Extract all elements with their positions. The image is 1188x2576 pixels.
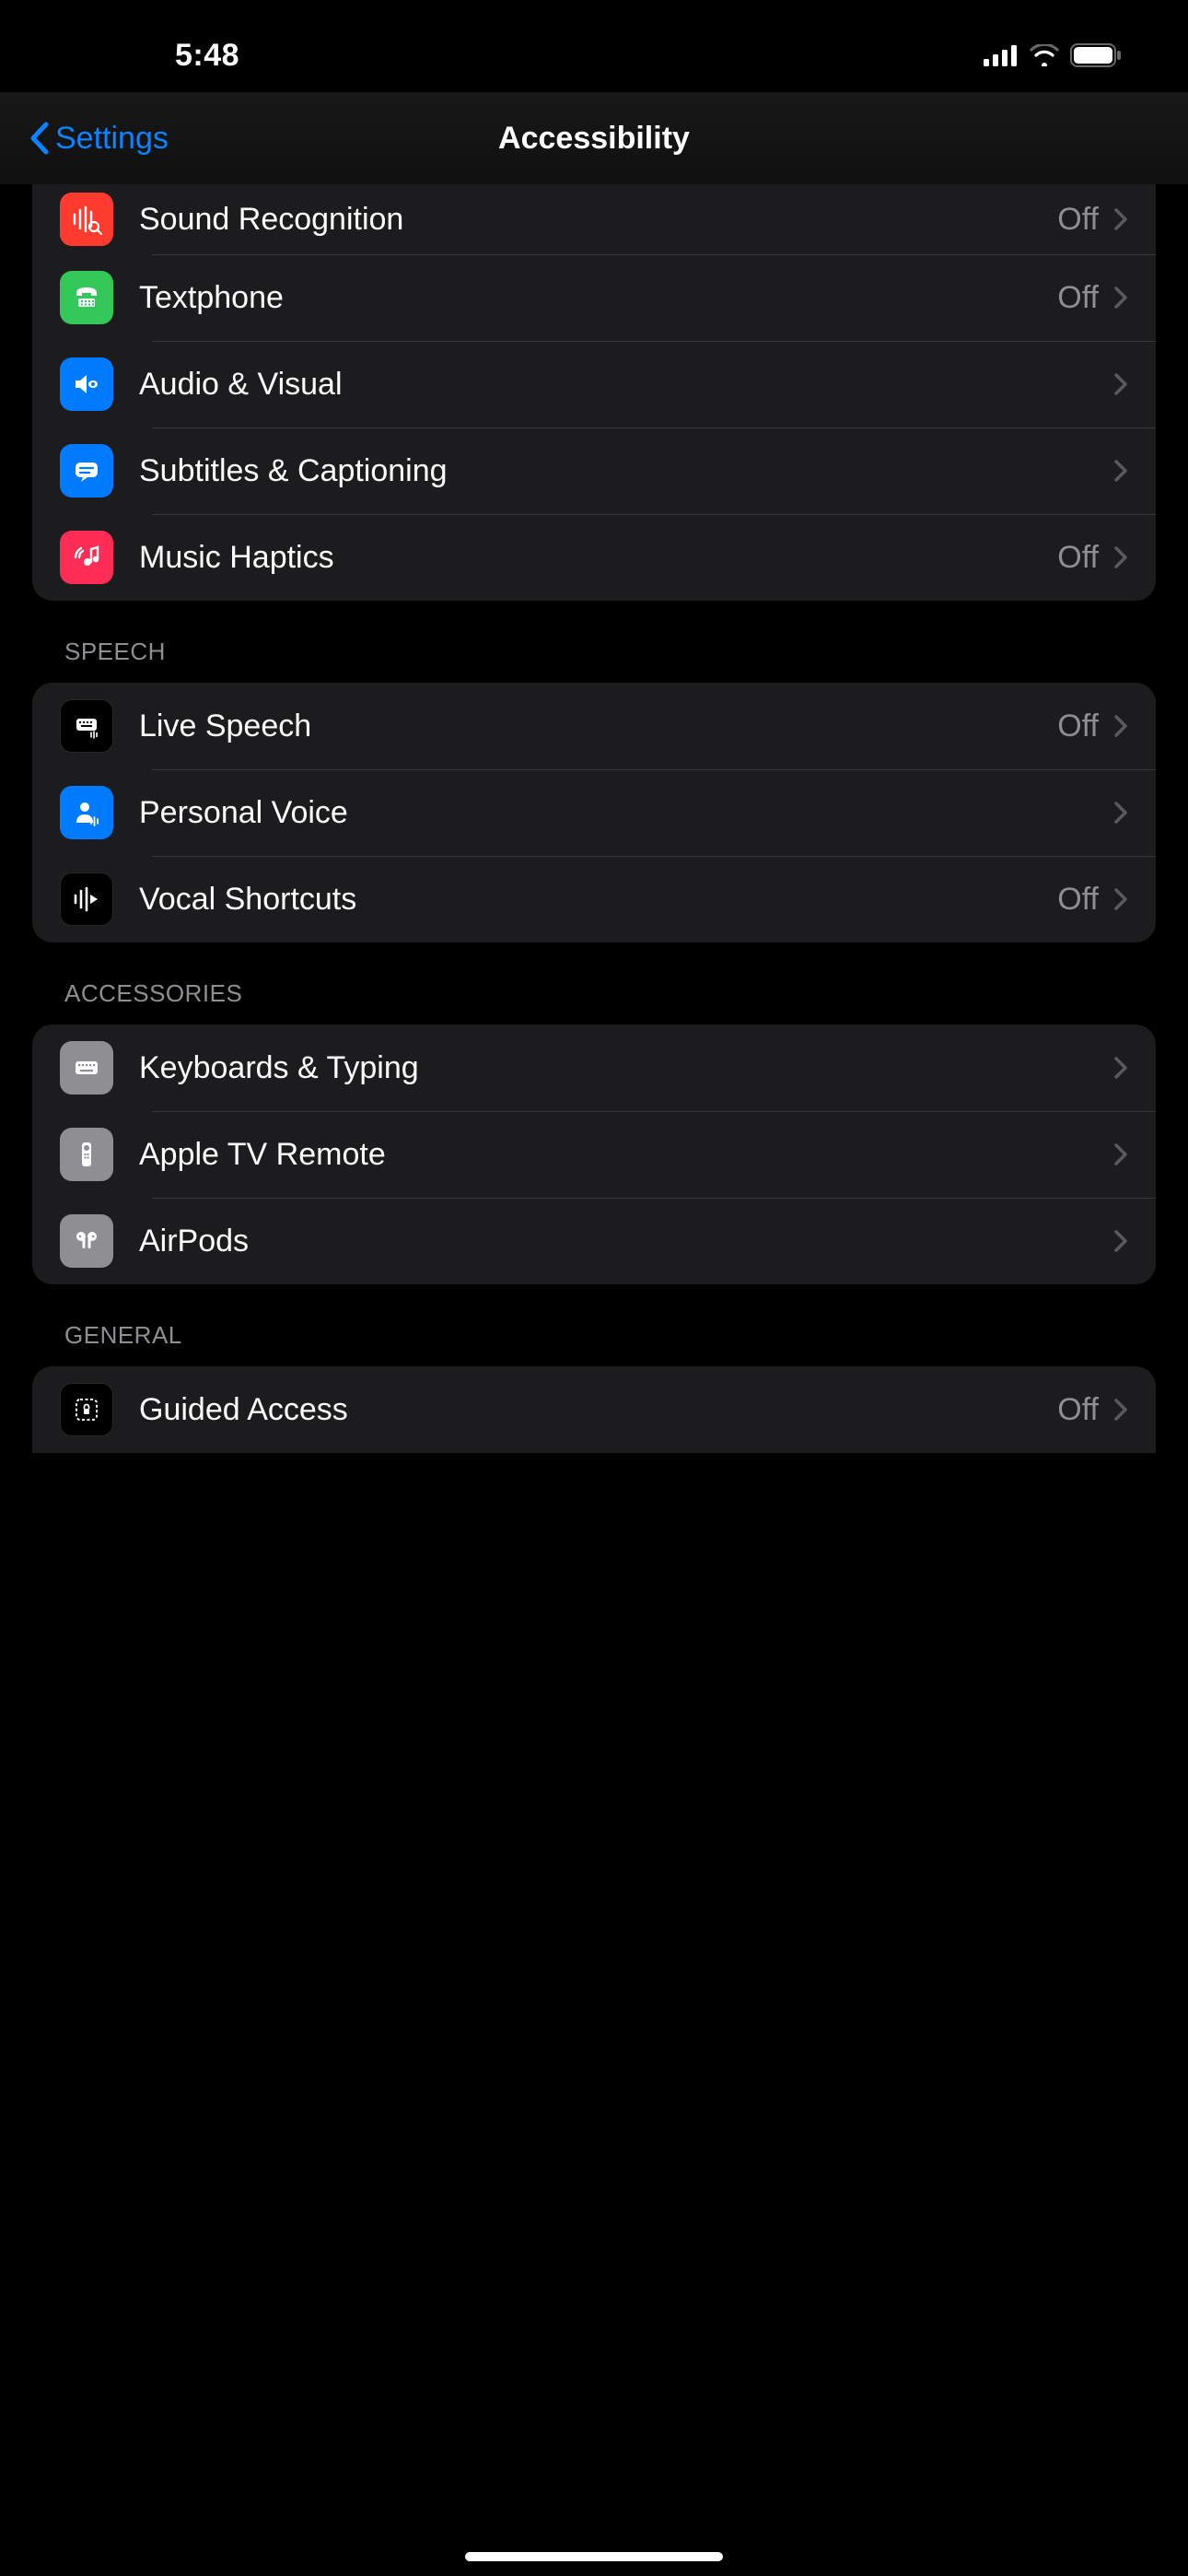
row-music-haptics[interactable]: Music Haptics Off [32,514,1156,601]
section-header-accessories: ACCESSORIES [0,943,1188,1025]
chevron-right-icon [1113,1056,1128,1080]
row-label: Keyboards & Typing [139,1050,1113,1086]
settings-group-general: Guided Access Off [32,1366,1156,1453]
audio-visual-icon [60,357,113,411]
sound-recognition-icon [60,193,113,246]
row-vocal-shortcuts[interactable]: Vocal Shortcuts Off [32,856,1156,943]
remote-icon [60,1128,113,1181]
row-guided-access[interactable]: Guided Access Off [32,1366,1156,1453]
row-apple-tv-remote[interactable]: Apple TV Remote [32,1111,1156,1198]
guided-access-icon [60,1383,113,1436]
chevron-right-icon [1113,1398,1128,1422]
row-label: Apple TV Remote [139,1137,1113,1173]
row-label: Guided Access [139,1392,1057,1428]
back-label: Settings [55,121,169,157]
row-value: Off [1057,708,1099,744]
subtitles-icon [60,444,113,498]
row-value: Off [1057,540,1099,576]
row-audio-visual[interactable]: Audio & Visual [32,341,1156,427]
section-header-general: GENERAL [0,1284,1188,1366]
live-speech-icon [60,699,113,753]
row-personal-voice[interactable]: Personal Voice [32,769,1156,856]
row-sound-recognition[interactable]: Sound Recognition Off [32,184,1156,254]
row-label: Sound Recognition [139,202,1057,238]
status-bar: 5:48 [0,0,1188,92]
row-value: Off [1057,202,1099,238]
chevron-right-icon [1113,286,1128,310]
chevron-right-icon [1113,801,1128,825]
page-title: Accessibility [498,121,690,157]
chevron-right-icon [1113,1229,1128,1253]
airpods-icon [60,1214,113,1268]
row-label: Live Speech [139,708,1057,744]
row-value: Off [1057,280,1099,316]
chevron-right-icon [1113,887,1128,911]
row-live-speech[interactable]: Live Speech Off [32,683,1156,769]
row-label: Vocal Shortcuts [139,882,1057,918]
personal-voice-icon [60,786,113,839]
chevron-right-icon [1113,459,1128,483]
keyboard-icon [60,1041,113,1095]
row-label: AirPods [139,1224,1113,1259]
home-indicator[interactable] [465,2552,723,2561]
wifi-icon [1030,44,1059,66]
row-label: Personal Voice [139,795,1113,831]
row-keyboards-typing[interactable]: Keyboards & Typing [32,1025,1156,1111]
vocal-shortcuts-icon [60,872,113,926]
status-time: 5:48 [175,38,239,74]
row-textphone[interactable]: Textphone Off [32,254,1156,341]
row-value: Off [1057,1392,1099,1428]
row-airpods[interactable]: AirPods [32,1198,1156,1284]
back-button[interactable]: Settings [28,121,169,157]
settings-group-speech: Live Speech Off Personal Voice [32,683,1156,943]
row-subtitles-captioning[interactable]: Subtitles & Captioning [32,427,1156,514]
chevron-left-icon [28,121,50,156]
status-indicators [984,43,1124,67]
settings-group-accessories: Keyboards & Typing Apple TV Remote [32,1025,1156,1284]
chevron-right-icon [1113,207,1128,231]
chevron-right-icon [1113,714,1128,738]
row-value: Off [1057,882,1099,918]
cellular-icon [984,44,1019,66]
row-label: Music Haptics [139,540,1057,576]
row-label: Audio & Visual [139,367,1113,403]
section-header-speech: SPEECH [0,601,1188,683]
textphone-icon [60,271,113,324]
settings-group-hearing: Sound Recognition Off Textphone Off [32,184,1156,601]
nav-bar: Settings Accessibility [0,92,1188,184]
music-haptics-icon [60,531,113,584]
chevron-right-icon [1113,545,1128,569]
chevron-right-icon [1113,372,1128,396]
row-label: Textphone [139,280,1057,316]
chevron-right-icon [1113,1142,1128,1166]
battery-icon [1070,43,1124,67]
row-label: Subtitles & Captioning [139,453,1113,489]
